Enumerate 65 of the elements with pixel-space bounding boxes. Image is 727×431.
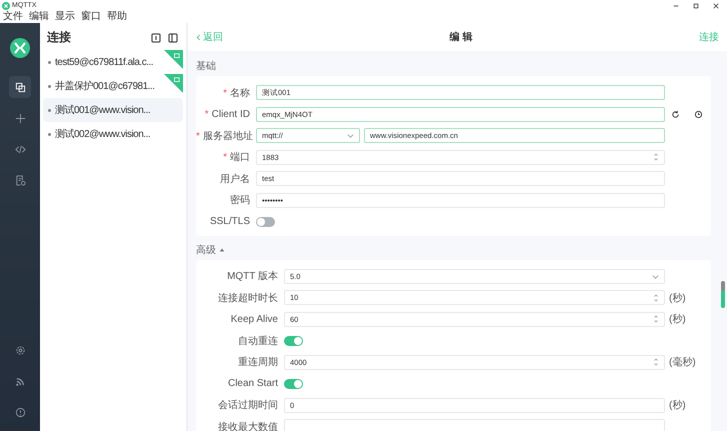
- section-title: 基础: [196, 60, 217, 73]
- field-label: 用户名: [220, 174, 250, 185]
- close-icon[interactable]: [713, 2, 719, 8]
- rail-button[interactable]: [9, 76, 31, 98]
- toggle-switch[interactable]: [284, 378, 303, 389]
- new-window-icon[interactable]: [151, 32, 161, 42]
- signal-icon: [14, 376, 26, 386]
- maximize-icon[interactable]: [693, 2, 699, 8]
- field-label: Client ID: [212, 108, 250, 120]
- field-label: MQTT 版本: [226, 270, 279, 284]
- field-label: 重连周期: [237, 356, 279, 370]
- connection-item[interactable]: 测试001@www.vision...: [43, 98, 183, 122]
- toggle-switch[interactable]: [256, 216, 275, 227]
- info-icon: [14, 406, 26, 418]
- field-label: 自动重连: [237, 334, 279, 348]
- unit-label: (秒): [669, 314, 686, 326]
- unit-label: (秒): [669, 292, 686, 304]
- required-mark: *: [204, 108, 209, 120]
- panel-title: 连接: [47, 29, 71, 46]
- stepper-arrows-icon[interactable]: [653, 292, 659, 303]
- field-label: Clean Start: [226, 378, 279, 390]
- connection-item[interactable]: test59@c679811f.ala.c...: [43, 50, 183, 74]
- menu-item[interactable]: 文件: [3, 11, 23, 23]
- page-title: 编 辑: [450, 30, 472, 44]
- field-label: 连接超时时长: [217, 292, 279, 305]
- menu-item[interactable]: 编辑: [29, 11, 49, 23]
- settings-icon: [14, 344, 26, 356]
- stepper-arrows-icon[interactable]: [653, 314, 659, 324]
- menu-item[interactable]: 显示: [55, 11, 75, 23]
- field-label: SSL/TLS: [210, 216, 250, 228]
- chevron-down-icon: [652, 272, 659, 280]
- chevron-left-icon[interactable]: [196, 34, 201, 40]
- plus-icon: [14, 112, 26, 124]
- field-label: 密码: [230, 195, 250, 206]
- caret-icon[interactable]: [219, 246, 225, 252]
- logo-icon: [10, 38, 30, 58]
- stepper-arrows-icon[interactable]: [653, 357, 659, 368]
- section-title[interactable]: 高级: [196, 242, 216, 256]
- field-label: Keep Alive: [230, 314, 279, 325]
- field-label: 会话过期时间: [217, 398, 279, 412]
- required-mark: *: [223, 152, 227, 164]
- layout-icon[interactable]: [168, 32, 178, 42]
- scrollbar-thumb[interactable]: [721, 281, 725, 308]
- minimize-icon[interactable]: [673, 2, 679, 8]
- stepper-arrows-icon[interactable]: [653, 152, 659, 162]
- connection-item[interactable]: 测试002@www.vision...: [43, 122, 183, 146]
- chevron-down-icon: [347, 132, 354, 140]
- connection-item[interactable]: 井盖保护001@c67981...: [43, 74, 183, 98]
- menu-item[interactable]: 窗口: [81, 11, 101, 23]
- refresh-icon[interactable]: [671, 110, 680, 119]
- unit-label: (毫秒): [669, 357, 696, 368]
- field-label: 名称: [230, 88, 250, 99]
- windows-icon: [14, 82, 26, 92]
- field-label: 接收最大数值: [217, 420, 279, 431]
- menu-item[interactable]: 帮助: [107, 11, 127, 23]
- unit-label: (秒): [669, 400, 686, 412]
- required-mark: *: [223, 88, 227, 99]
- field-label: 端口: [230, 152, 250, 164]
- input-field[interactable]: [284, 419, 665, 431]
- clock-icon[interactable]: [694, 110, 703, 119]
- toggle-switch[interactable]: [284, 336, 303, 346]
- required-mark: *: [196, 130, 200, 142]
- code-icon: [14, 144, 26, 154]
- document-icon: [14, 174, 26, 186]
- field-label: 服务器地址: [202, 130, 253, 142]
